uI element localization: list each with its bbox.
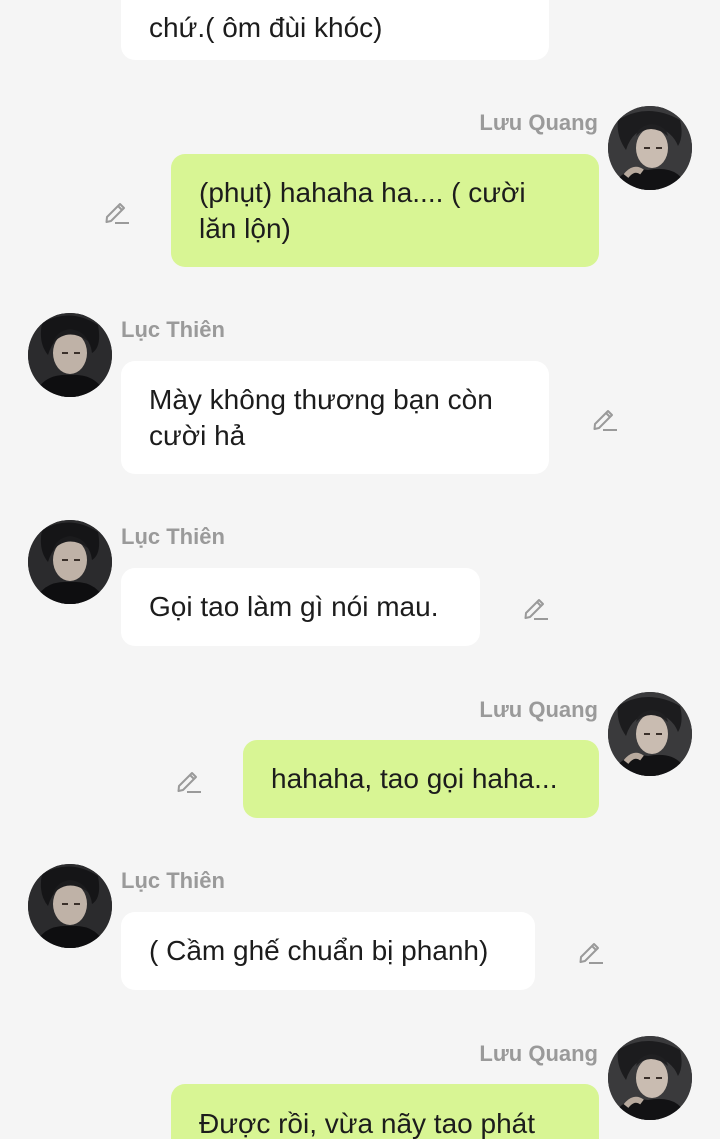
sender-name: Lục Thiên bbox=[121, 868, 225, 893]
message-bubble-incoming[interactable]: chứ.( ôm đùi khóc) bbox=[121, 0, 549, 60]
message-text: chứ.( ôm đùi khóc) bbox=[149, 12, 383, 43]
message-text: Được rồi, vừa nãy tao phát bbox=[199, 1108, 535, 1139]
pencil-edit-icon[interactable] bbox=[575, 936, 605, 966]
message-text: hahaha, tao gọi haha... bbox=[271, 763, 558, 794]
sender-name: Lưu Quang bbox=[479, 110, 598, 135]
message-text: Mày không thương bạn còn cười hả bbox=[149, 383, 493, 451]
pencil-edit-icon[interactable] bbox=[173, 765, 203, 795]
avatar[interactable] bbox=[28, 520, 112, 604]
avatar[interactable] bbox=[608, 1036, 692, 1120]
avatar[interactable] bbox=[608, 106, 692, 190]
sender-name: Lục Thiên bbox=[121, 524, 225, 549]
sender-name: Lưu Quang bbox=[479, 1041, 598, 1066]
message-bubble-incoming[interactable]: Gọi tao làm gì nói mau. bbox=[121, 568, 480, 646]
pencil-edit-icon[interactable] bbox=[101, 196, 131, 226]
message-text: ( Cầm ghế chuẩn bị phanh) bbox=[149, 935, 489, 966]
avatar[interactable] bbox=[608, 692, 692, 776]
message-bubble-incoming[interactable]: Mày không thương bạn còn cười hả bbox=[121, 361, 549, 474]
avatar[interactable] bbox=[28, 313, 112, 397]
pencil-edit-icon[interactable] bbox=[520, 592, 550, 622]
message-bubble-outgoing[interactable]: hahaha, tao gọi haha... bbox=[243, 740, 599, 818]
message-bubble-outgoing[interactable]: (phụt) hahaha ha.... ( cười lăn lộn) bbox=[171, 154, 599, 267]
sender-name: Lục Thiên bbox=[121, 317, 225, 342]
message-bubble-incoming[interactable]: ( Cầm ghế chuẩn bị phanh) bbox=[121, 912, 535, 990]
message-text: Gọi tao làm gì nói mau. bbox=[149, 591, 439, 622]
avatar[interactable] bbox=[28, 864, 112, 948]
pencil-edit-icon[interactable] bbox=[589, 403, 619, 433]
message-text: (phụt) hahaha ha.... ( cười lăn lộn) bbox=[199, 176, 526, 244]
sender-name: Lưu Quang bbox=[479, 697, 598, 722]
message-bubble-outgoing[interactable]: Được rồi, vừa nãy tao phát bbox=[171, 1084, 599, 1139]
